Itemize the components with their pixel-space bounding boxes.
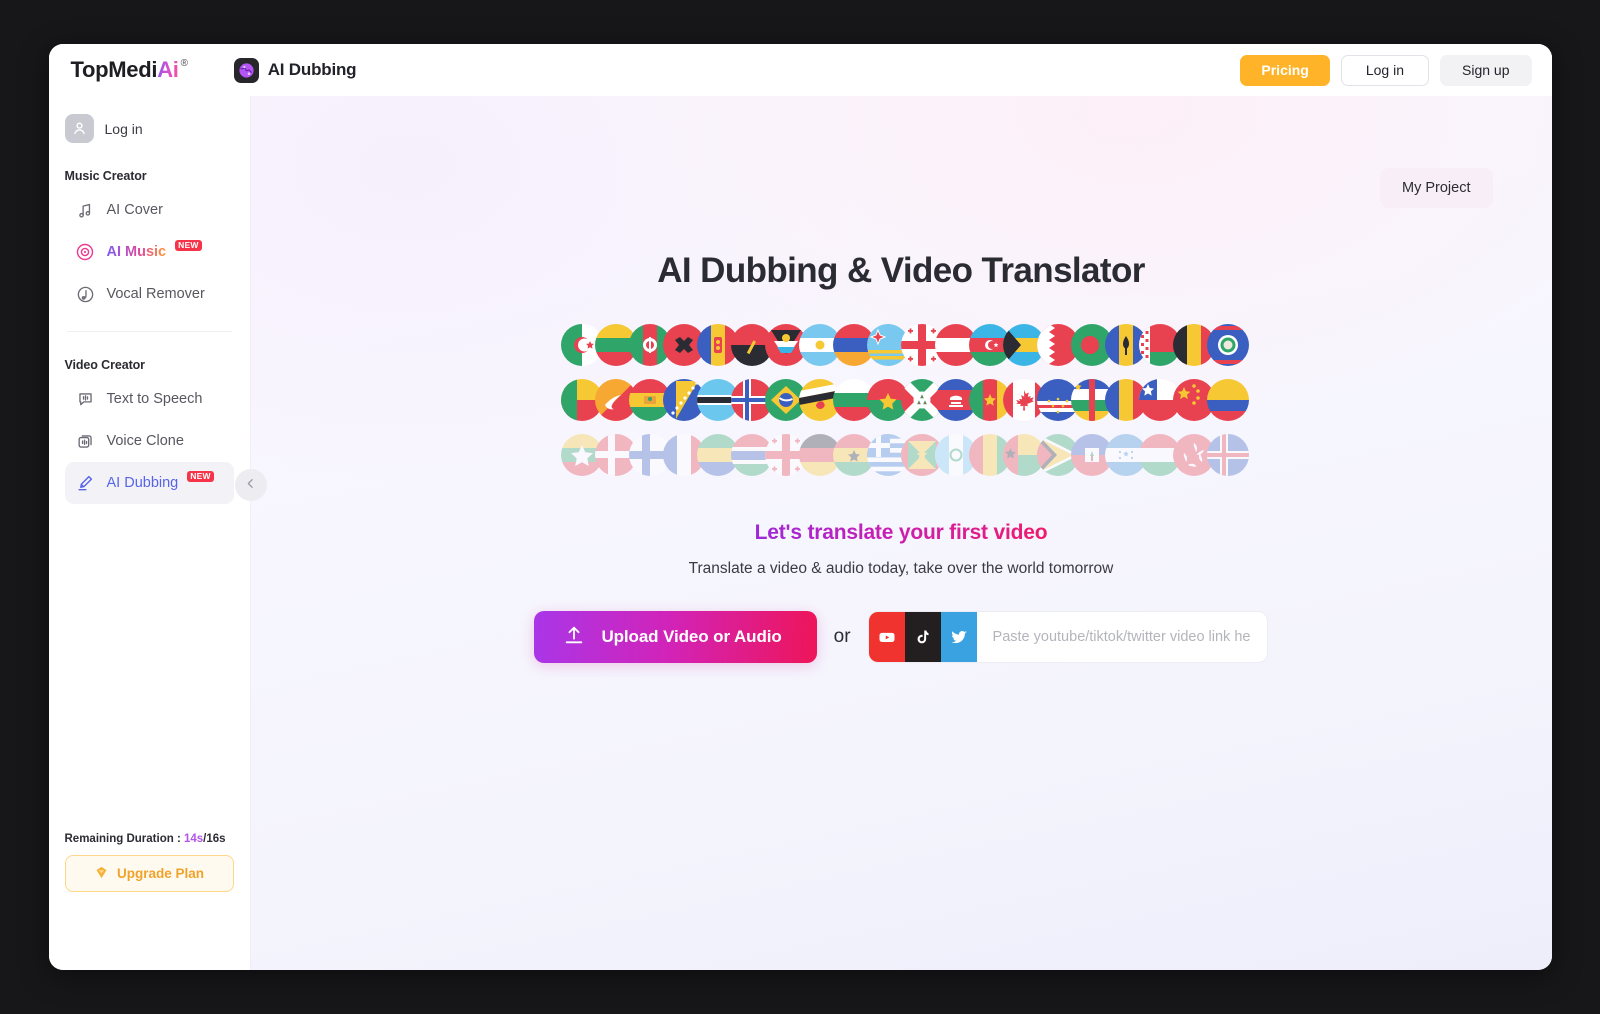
top-bar: TopMedi Ai ® AI Dubbing Pricing Log in Sig… [48,44,1552,96]
app-title-chip: AI Dubbing [233,57,357,83]
app-title-label: AI Dubbing [267,60,357,79]
new-badge: NEW [175,239,202,251]
twitter-icon[interactable] [940,612,977,662]
page-title: AI Dubbing & Video Translator [657,251,1145,290]
flag-row [561,379,1249,421]
video-link-input[interactable] [976,612,1267,662]
sidebar-item-label: Text to Speech [106,391,203,407]
app-window: TopMedi Ai ® AI Dubbing Pricing Log in Sig… [48,44,1552,970]
sidebar-item-ai-cover[interactable]: AI Cover [65,189,234,231]
cta-subtitle: Translate a video & audio today, take ov… [688,560,1114,577]
section-label-music-creator: Music Creator [64,169,147,183]
sidebar-item-voice-clone[interactable]: Voice Clone [65,420,234,462]
vocal-remover-icon [75,284,96,305]
cta-title: Let's translate your first video [754,521,1048,544]
globe-icon [233,57,259,83]
user-icon [64,114,94,143]
sidebar-item-text-to-speech[interactable]: Text to Speech [65,378,234,420]
signup-button[interactable]: Sign up [1440,54,1532,86]
section-label-video-creator: Video Creator [64,358,146,372]
sidebar-item-vocal-remover[interactable]: Vocal Remover [65,273,234,315]
flag-gallery [561,324,1249,476]
my-project-button[interactable]: My Project [1380,168,1493,208]
upload-video-or-audio-button[interactable]: Upload Video or Audio [534,611,817,663]
music-note-icon [75,200,96,221]
flag-colombia [1207,379,1249,421]
upload-button-label: Upload Video or Audio [601,627,782,646]
pricing-button[interactable]: Pricing [1240,54,1330,86]
flag-iceland [1207,434,1249,476]
remaining-duration-total: /16s [203,833,226,845]
hero-section: AI Dubbing & Video Translator Let's tran… [251,96,1552,663]
speech-bubble-icon [75,389,96,410]
sidebar-item-label: Vocal Remover [106,286,205,302]
chevron-left-icon [244,477,257,493]
sidebar-item-ai-dubbing[interactable]: AI Dubbing NEW [64,462,234,504]
or-separator-label: or [833,626,851,647]
brand-prefix: TopMedi [70,57,158,82]
voice-clone-icon [75,431,96,452]
sidebar-item-label: Voice Clone [106,433,184,449]
upload-icon [563,624,585,651]
sidebar-login-label: Log in [104,120,143,137]
topbar-actions: Pricing Log in Sign up [1240,54,1532,86]
sidebar-item-label: AI Cover [106,202,163,218]
remaining-duration-label: Remaining Duration : [64,833,181,845]
login-button[interactable]: Log in [1340,54,1430,86]
new-badge: NEW [187,470,214,482]
sidebar-login-row[interactable]: Log in [64,110,234,143]
remaining-duration-used: 14s [183,833,204,845]
body-container: Log in Music Creator AI Cover AI Music N… [48,96,1552,970]
vinyl-record-icon [75,242,96,263]
tiktok-icon[interactable] [904,612,941,662]
cta-row: Upload Video or Audio or [534,611,1268,663]
sidebar: Log in Music Creator AI Cover AI Music N… [48,96,267,970]
flag-row [561,324,1249,366]
registered-mark: ® [180,58,188,69]
sidebar-footer: Remaining Duration : 14s/16s Upgrade Pla… [64,833,234,970]
video-link-box [867,611,1268,663]
youtube-icon[interactable] [868,612,905,662]
sidebar-collapse-button[interactable] [234,469,267,501]
upgrade-plan-button[interactable]: Upgrade Plan [64,855,234,892]
microphone-icon [75,473,96,494]
sidebar-divider [66,331,232,332]
sidebar-item-label: AI Music [106,244,167,260]
brand-logo[interactable]: TopMedi Ai ® [71,57,188,83]
main-content: My Project AI Dubbing & Video Translator [250,96,1552,970]
upgrade-plan-label: Upgrade Plan [116,866,205,881]
remaining-duration: Remaining Duration : 14s/16s [65,833,234,845]
sidebar-item-ai-music[interactable]: AI Music NEW [65,231,234,273]
flag-belize [1207,324,1249,366]
brand-accent: Ai [157,57,179,82]
device-frame: TopMedi Ai ® AI Dubbing Pricing Log in Sig… [0,0,1600,1014]
diamond-icon [94,865,109,883]
sidebar-item-label: AI Dubbing [106,475,179,491]
flag-row [561,434,1249,476]
